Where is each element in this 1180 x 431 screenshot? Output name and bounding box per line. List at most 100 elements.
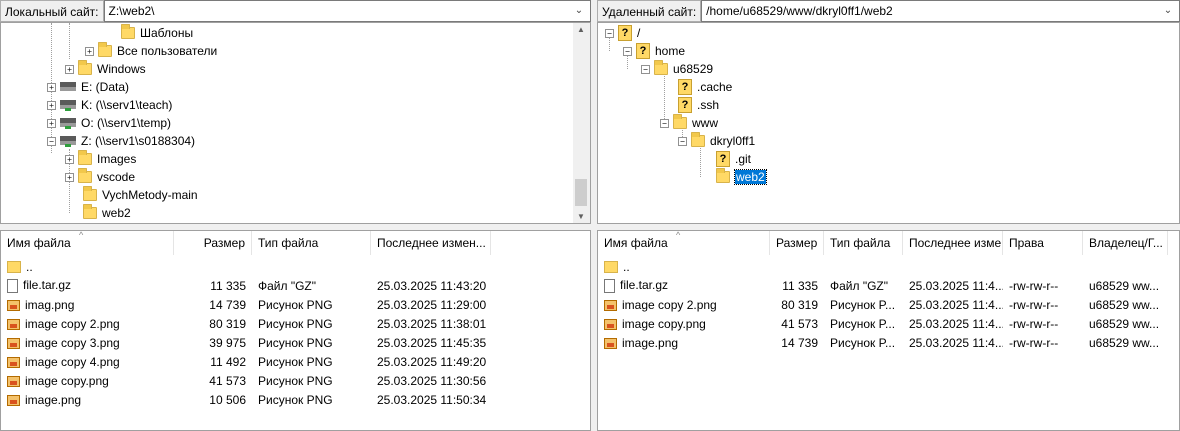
file-row[interactable]: .. xyxy=(598,257,1179,276)
tree-item-web2[interactable]: web2 xyxy=(83,204,131,222)
sort-ascending-icon: ^ xyxy=(676,231,681,240)
chevron-down-icon[interactable]: ⌄ xyxy=(572,1,586,21)
file-row[interactable]: image copy 2.png 80 319 Рисунок PNG 25.0… xyxy=(1,314,590,333)
expand-icon[interactable]: + xyxy=(65,154,74,164)
tree-item-root[interactable]: − ? / xyxy=(605,24,640,42)
expand-icon[interactable]: + xyxy=(47,100,56,110)
tree-item-ssh[interactable]: ? .ssh xyxy=(678,96,719,114)
collapse-icon[interactable]: − xyxy=(47,136,56,146)
tree-item-all-users[interactable]: + Все пользователи xyxy=(85,42,217,60)
collapse-icon[interactable]: − xyxy=(678,136,687,146)
remote-site-label: Удаленный сайт: xyxy=(597,0,702,22)
tree-item-drive-z[interactable]: − Z: (\\serv1\s0188304) xyxy=(47,132,195,150)
file-row[interactable]: file.tar.gz 11 335 Файл "GZ" 25.03.2025 … xyxy=(1,276,590,295)
unknown-folder-icon: ? xyxy=(678,97,692,113)
local-file-list: ^ Имя файла Размер Тип файла Последнее и… xyxy=(0,230,591,431)
scroll-down-icon[interactable]: ▼ xyxy=(573,212,589,221)
folder-icon xyxy=(78,60,92,75)
chevron-down-icon[interactable]: ⌄ xyxy=(1161,1,1175,21)
tree-item-vscode[interactable]: + vscode xyxy=(65,168,135,186)
tree-item-label: dkryl0ff1 xyxy=(710,134,756,148)
tree-item-home[interactable]: − ? home xyxy=(623,42,685,60)
collapse-icon[interactable]: − xyxy=(641,64,650,74)
tree-item-www[interactable]: − www xyxy=(660,114,718,132)
column-header-name[interactable]: ^ Имя файла xyxy=(598,231,770,255)
tree-item-label: vscode xyxy=(97,170,136,184)
file-row[interactable]: image.png 10 506 Рисунок PNG 25.03.2025 … xyxy=(1,390,590,409)
tree-item-label: / xyxy=(637,26,641,40)
folder-icon xyxy=(716,168,730,183)
file-row[interactable]: image copy 2.png 80 319 Рисунок P... 25.… xyxy=(598,295,1179,314)
tree-item-windows[interactable]: + Windows xyxy=(65,60,146,78)
column-header-type[interactable]: Тип файла xyxy=(824,231,903,255)
file-row[interactable]: image copy.png 41 573 Рисунок PNG 25.03.… xyxy=(1,371,590,390)
column-header-permissions[interactable]: Права xyxy=(1003,231,1083,255)
column-header-modified[interactable]: Последнее изме... xyxy=(903,231,1003,255)
collapse-icon[interactable]: − xyxy=(623,46,632,56)
tree-item-label: u68529 xyxy=(673,62,714,76)
tree-item-label: O: (\\serv1\temp) xyxy=(81,116,172,130)
tree-item-cache[interactable]: ? .cache xyxy=(678,78,732,96)
folder-icon xyxy=(98,42,112,57)
folder-icon xyxy=(654,60,668,75)
expand-icon[interactable]: + xyxy=(65,172,74,182)
tree-item-label: home xyxy=(655,44,686,58)
file-row[interactable]: image copy.png 41 573 Рисунок P... 25.03… xyxy=(598,314,1179,333)
expand-icon[interactable]: + xyxy=(47,82,56,92)
tree-item-label: web2 xyxy=(734,169,767,185)
tree-item-vychmetody[interactable]: VychMetody-main xyxy=(83,186,198,204)
expand-icon[interactable]: + xyxy=(65,64,74,74)
file-row[interactable]: image.png 14 739 Рисунок P... 25.03.2025… xyxy=(598,333,1179,352)
file-icon xyxy=(604,278,615,293)
column-header-name[interactable]: ^ Имя файла xyxy=(1,231,174,255)
file-row[interactable]: .. xyxy=(1,257,590,276)
tree-item-images[interactable]: + Images xyxy=(65,150,136,168)
tree-item-drive-k[interactable]: + K: (\\serv1\teach) xyxy=(47,96,172,114)
scrollbar-thumb[interactable] xyxy=(575,179,587,206)
unknown-folder-icon: ? xyxy=(678,79,692,95)
column-header-type[interactable]: Тип файла xyxy=(252,231,371,255)
file-row[interactable]: image copy 3.png 39 975 Рисунок PNG 25.0… xyxy=(1,333,590,352)
tree-item-u68529[interactable]: − u68529 xyxy=(641,60,713,78)
tree-item-label: web2 xyxy=(102,206,131,220)
tree-item-label: .cache xyxy=(697,80,733,94)
expand-icon[interactable]: + xyxy=(47,118,56,128)
remote-list-header: ^ Имя файла Размер Тип файла Последнее и… xyxy=(598,231,1179,255)
unknown-folder-icon: ? xyxy=(636,43,650,59)
file-row[interactable]: image copy 4.png 11 492 Рисунок PNG 25.0… xyxy=(1,352,590,371)
tree-item-drive-o[interactable]: + O: (\\serv1\temp) xyxy=(47,114,171,132)
column-header-size[interactable]: Размер xyxy=(770,231,824,255)
column-header-size[interactable]: Размер xyxy=(174,231,252,255)
tree-item-web2[interactable]: web2 xyxy=(716,168,767,186)
local-list-header: ^ Имя файла Размер Тип файла Последнее и… xyxy=(1,231,590,255)
unknown-folder-icon: ? xyxy=(618,25,632,41)
tree-item-dkryl0ff1[interactable]: − dkryl0ff1 xyxy=(678,132,755,150)
collapse-icon[interactable]: − xyxy=(660,118,669,128)
collapse-icon[interactable]: − xyxy=(605,28,614,38)
tree-scrollbar[interactable]: ▲ ▼ xyxy=(573,23,590,223)
column-header-owner[interactable]: Владелец/Г... xyxy=(1083,231,1168,255)
tree-item-shablony[interactable]: Шаблоны xyxy=(121,24,193,42)
tree-item-label: .git xyxy=(735,152,752,166)
remote-file-list: ^ Имя файла Размер Тип файла Последнее и… xyxy=(597,230,1180,431)
file-row[interactable]: imag.png 14 739 Рисунок PNG 25.03.2025 1… xyxy=(1,295,590,314)
image-icon xyxy=(7,375,20,387)
image-icon xyxy=(7,299,20,311)
column-header-modified[interactable]: Последнее измен... xyxy=(371,231,491,255)
image-icon xyxy=(7,356,20,368)
local-site-label: Локальный сайт: xyxy=(0,0,104,22)
tree-item-git[interactable]: ? .git xyxy=(716,150,751,168)
remote-directory-tree: − ? / − ? home − u68529 ? .cache ? .ssh … xyxy=(597,22,1180,224)
local-path-bar: Локальный сайт: Z:\web2\ ⌄ xyxy=(0,0,591,22)
local-path-value: Z:\web2\ xyxy=(108,4,155,18)
remote-path-input[interactable]: /home/u68529/www/dkryl0ff1/web2 ⌄ xyxy=(701,0,1180,22)
local-path-input[interactable]: Z:\web2\ ⌄ xyxy=(103,0,591,22)
folder-icon xyxy=(78,168,92,183)
scroll-up-icon[interactable]: ▲ xyxy=(573,25,589,34)
tree-item-label: Windows xyxy=(97,62,146,76)
remote-path-value: /home/u68529/www/dkryl0ff1/web2 xyxy=(706,4,893,18)
expand-icon[interactable]: + xyxy=(85,46,94,56)
image-icon xyxy=(7,394,20,406)
tree-item-drive-e[interactable]: + E: (Data) xyxy=(47,78,129,96)
file-row[interactable]: file.tar.gz 11 335 Файл "GZ" 25.03.2025 … xyxy=(598,276,1179,295)
